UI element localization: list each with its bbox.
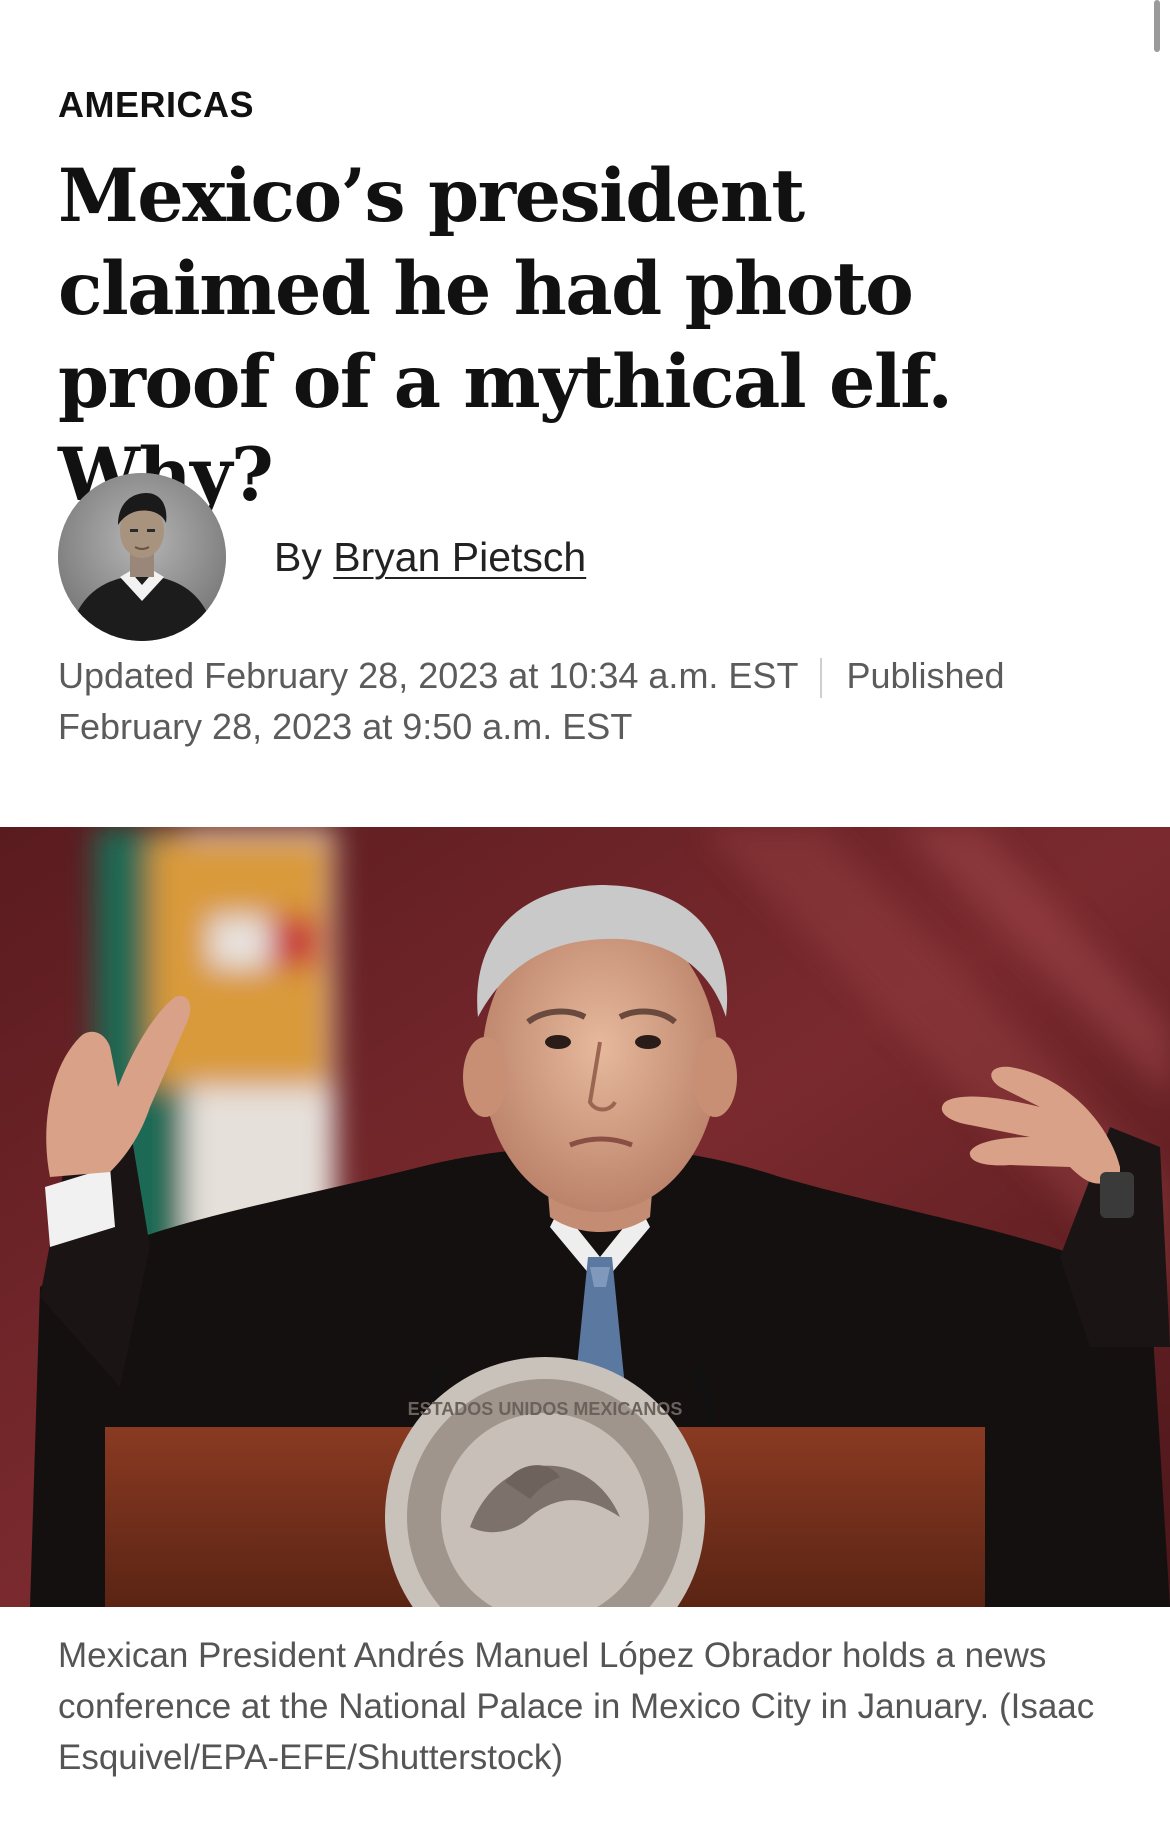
lead-photo-image: ESTADOS UNIDOS MEXICANOS	[0, 827, 1170, 1607]
headline: Mexico’s president claimed he had photo …	[58, 153, 953, 518]
byline-text: By Bryan Pietsch	[274, 534, 586, 581]
photo-caption: Mexican President Andrés Manuel López Ob…	[58, 1636, 1095, 1777]
author-avatar[interactable]	[58, 473, 226, 641]
author-avatar-image	[58, 473, 226, 641]
scroll-indicator[interactable]	[1154, 0, 1160, 52]
author-link[interactable]: Bryan Pietsch	[333, 534, 586, 580]
timestamps: Updated February 28, 2023 at 10:34 a.m. …	[58, 650, 1118, 752]
timestamp-divider	[820, 658, 823, 699]
seal-text: ESTADOS UNIDOS MEXICANOS	[408, 1399, 683, 1419]
byline: By Bryan Pietsch	[58, 473, 586, 641]
byline-prefix: By	[274, 533, 322, 580]
lead-photo[interactable]: ESTADOS UNIDOS MEXICANOS	[0, 827, 1170, 1607]
section-kicker[interactable]: AMERICAS	[58, 84, 254, 126]
updated-timestamp: Updated February 28, 2023 at 10:34 a.m. …	[58, 655, 799, 696]
